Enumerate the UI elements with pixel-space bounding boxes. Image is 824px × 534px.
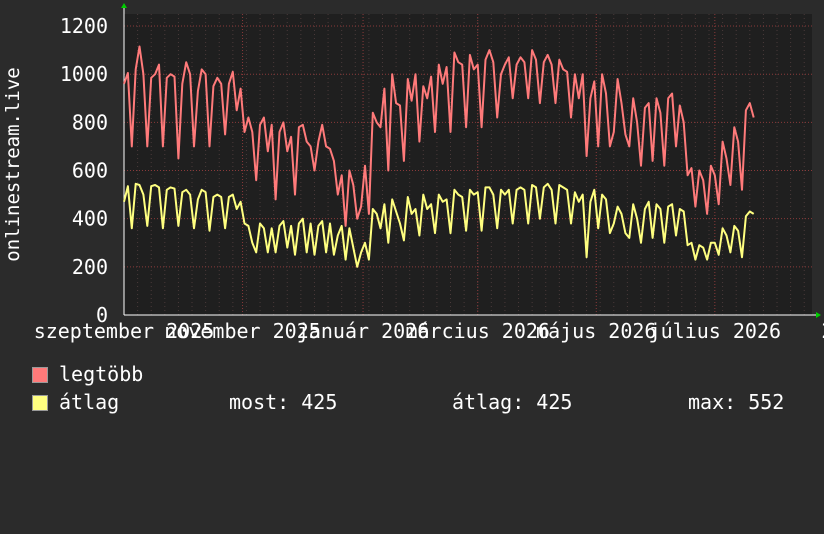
y-tick-label: 800 bbox=[72, 110, 108, 134]
legend-row-avg: átlag most: 425 átlag: 425 max: 552 bbox=[32, 390, 824, 414]
legend-row-max: legtöbb bbox=[32, 362, 143, 386]
legend-swatch-avg bbox=[32, 395, 48, 411]
y-tick-label: 600 bbox=[72, 159, 108, 183]
y-tick-label: 1000 bbox=[60, 62, 108, 86]
legend-swatch-max bbox=[32, 367, 48, 383]
stat-maximum: max: 552 bbox=[688, 390, 785, 414]
x-tick-label: március 2026 bbox=[405, 319, 550, 343]
stat-current: most: 425 bbox=[229, 390, 338, 414]
stat-average: átlag: 425 bbox=[452, 390, 573, 414]
y-axis-label: onlinestream.live bbox=[2, 67, 24, 261]
y-tick-label: 1200 bbox=[60, 14, 108, 38]
x-tick-label: július 2026 bbox=[649, 319, 781, 343]
chart: 020040060080010001200szeptember 2025nove… bbox=[2, 3, 824, 343]
plot-area bbox=[124, 14, 812, 315]
y-axis-arrow bbox=[121, 3, 127, 8]
legend-label-max: legtöbb bbox=[59, 362, 144, 386]
x-axis-arrow bbox=[816, 312, 821, 318]
y-tick-label: 400 bbox=[72, 207, 108, 231]
legend-label-avg: átlag bbox=[59, 390, 120, 414]
x-tick-label: május 2026 bbox=[536, 319, 656, 343]
y-tick-label: 200 bbox=[72, 255, 108, 279]
